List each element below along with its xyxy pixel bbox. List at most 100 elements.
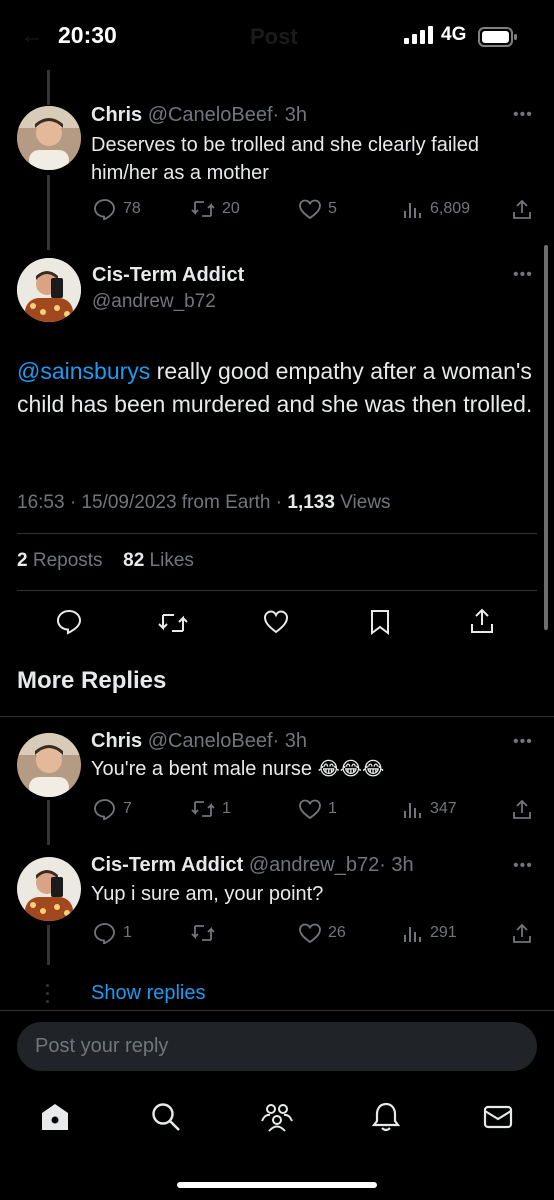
scrollbar[interactable] [544, 245, 548, 630]
avatar[interactable] [17, 857, 81, 921]
reply-action[interactable]: 78 [93, 198, 141, 220]
avatar[interactable] [17, 106, 81, 170]
reply-icon [94, 923, 115, 944]
repost-action[interactable]: 1 [190, 798, 231, 820]
reply-icon[interactable] [55, 608, 83, 636]
repost-icon[interactable] [157, 610, 189, 636]
thread-line [47, 175, 50, 250]
divider [0, 1010, 554, 1011]
author-name[interactable]: Chris [91, 730, 142, 752]
laughing-emoji: 😂😂😂 [317, 759, 385, 780]
avatar-andrew-image [17, 258, 81, 322]
thread-line [47, 70, 50, 105]
more-options-icon[interactable]: ••• [513, 857, 533, 875]
views-action[interactable]: 6,809 [402, 198, 470, 220]
more-options-icon[interactable]: ••• [513, 266, 533, 284]
reply-count: 1 [123, 924, 132, 941]
share-icon[interactable] [510, 198, 534, 222]
thread-line [47, 925, 50, 965]
share-icon[interactable] [510, 922, 534, 946]
like-action[interactable]: 1 [298, 798, 337, 820]
reply-count: 78 [123, 200, 141, 217]
engagement-stats: 2 Reposts 82 Likes [17, 550, 194, 572]
show-replies-link[interactable]: Show replies [91, 982, 206, 1005]
network-label: 4G [441, 24, 467, 45]
views-label: Views [334, 492, 391, 513]
repost-count: 1 [222, 800, 231, 817]
reply-text: Deserves to be trolled and she clearly f… [91, 134, 479, 184]
reply-count: 7 [123, 800, 132, 817]
like-count: 1 [328, 800, 337, 817]
status-bar: ← Post 20:30 4G [0, 0, 554, 70]
home-indicator [177, 1182, 377, 1188]
author-name[interactable]: Chris [91, 104, 142, 126]
reply-header: Chris @CaneloBeef· 3h [91, 104, 307, 127]
views-count: 291 [430, 924, 457, 941]
bottom-nav [0, 1085, 554, 1200]
divider [0, 716, 554, 717]
home-icon[interactable] [39, 1101, 71, 1133]
author-handle[interactable]: @CaneloBeef [148, 104, 273, 126]
main-author-handle[interactable]: @andrew_b72 [92, 291, 216, 313]
views-total: 1,133 [287, 492, 335, 513]
reply-text: You're a bent male nurse 😂😂😂 [91, 758, 384, 781]
reposts-total: 2 [17, 550, 28, 571]
mention-link[interactable]: @sainsburys [17, 358, 150, 384]
back-arrow-icon[interactable]: ← [20, 22, 44, 50]
reply-action[interactable]: 7 [93, 798, 132, 820]
avatar[interactable] [17, 733, 81, 797]
messages-icon[interactable] [482, 1101, 514, 1133]
repost-icon [191, 801, 215, 817]
more-options-icon[interactable]: ••• [513, 733, 533, 751]
repost-icon [191, 201, 215, 217]
like-count: 26 [328, 924, 346, 941]
author-handle[interactable]: @andrew_b72 [249, 854, 379, 876]
author-handle[interactable]: @CaneloBeef [148, 730, 273, 752]
views-count: 347 [430, 800, 457, 817]
reply-text: Yup i sure am, your point? [91, 883, 324, 905]
notifications-icon[interactable] [370, 1101, 402, 1133]
post-time: · 3h [272, 104, 307, 126]
like-action[interactable]: 26 [298, 922, 346, 944]
author-name[interactable]: Cis-Term Addict [91, 854, 243, 876]
signal-icon [404, 26, 433, 44]
views-count: 6,809 [430, 200, 471, 217]
likes-total: 82 [123, 550, 145, 571]
reply-body: You're a bent male nurse [91, 758, 318, 780]
dotted-thread-line [45, 983, 51, 1005]
section-heading: More Replies [17, 667, 167, 694]
reposts-label: Reposts [27, 550, 103, 571]
more-options-icon[interactable]: ••• [513, 106, 533, 124]
main-post-text: @sainsburys really good empathy after a … [17, 355, 537, 421]
repost-action[interactable] [190, 922, 222, 944]
post-time: · 3h [379, 854, 414, 876]
avatar-chris-image [17, 106, 81, 170]
avatar-andrew-image [17, 857, 81, 921]
search-icon[interactable] [150, 1101, 182, 1133]
reply-header: Chris @CaneloBeef· 3h [91, 730, 307, 753]
views-action[interactable]: 291 [402, 922, 457, 944]
divider [17, 590, 537, 591]
reply-action[interactable]: 1 [93, 922, 132, 944]
share-icon[interactable] [510, 798, 534, 822]
views-icon [404, 203, 421, 218]
like-count: 5 [328, 200, 337, 217]
main-author-name[interactable]: Cis-Term Addict [92, 264, 244, 287]
page-title: Post [250, 24, 298, 49]
like-action[interactable]: 5 [298, 198, 337, 220]
reposts-stat[interactable]: 2 Reposts [17, 550, 103, 571]
reply-icon [94, 199, 115, 220]
post-time: · 3h [272, 730, 307, 752]
bookmark-icon[interactable] [367, 608, 393, 636]
communities-icon[interactable] [260, 1101, 294, 1133]
heart-icon [299, 799, 321, 820]
avatar[interactable] [17, 258, 81, 322]
heart-icon[interactable] [262, 608, 290, 636]
reply-composer-input[interactable] [17, 1022, 537, 1071]
repost-action[interactable]: 20 [190, 198, 240, 220]
share-icon[interactable] [468, 607, 496, 635]
status-time: 20:30 [58, 22, 117, 48]
repost-icon [191, 925, 215, 941]
likes-stat[interactable]: 82 Likes [123, 550, 194, 571]
views-action[interactable]: 347 [402, 798, 457, 820]
